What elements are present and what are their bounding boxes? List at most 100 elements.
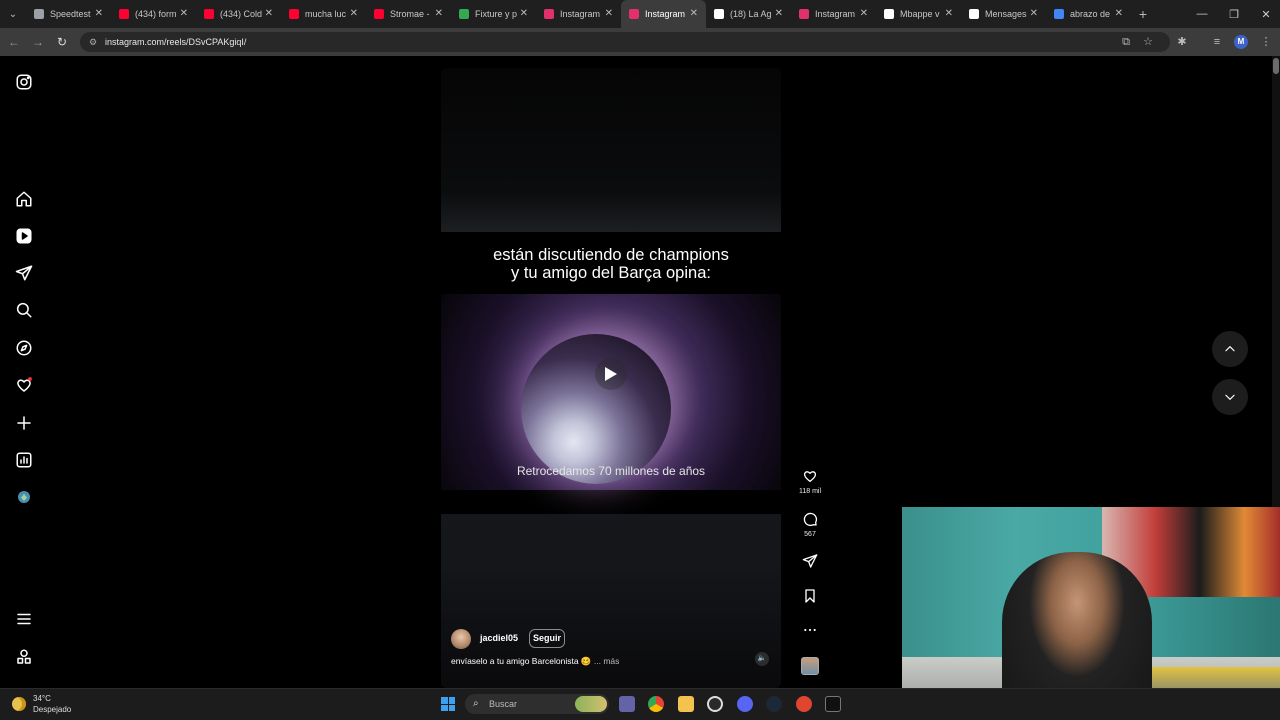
tab-close-icon[interactable]: ✕ xyxy=(520,8,528,19)
comment-icon[interactable] xyxy=(800,509,820,529)
like-icon[interactable] xyxy=(800,466,820,486)
tab-close-icon[interactable]: ✕ xyxy=(180,8,188,19)
author-avatar[interactable] xyxy=(451,629,471,649)
browser-tab[interactable]: Mensages ✕ xyxy=(961,0,1046,28)
tab-close-icon[interactable]: ✕ xyxy=(95,8,103,19)
chevron-up-icon xyxy=(1225,346,1235,352)
browser-tab[interactable]: Instagram ✕ xyxy=(791,0,876,28)
chrome-icon[interactable] xyxy=(648,696,664,712)
bookmark-star-icon[interactable]: ☆ xyxy=(1140,34,1156,50)
search-icon[interactable] xyxy=(14,300,34,320)
reels-icon[interactable] xyxy=(14,226,34,246)
extensions-icon[interactable]: ✱ xyxy=(1174,34,1190,50)
search-highlight-image xyxy=(575,696,607,712)
taskbar-search-placeholder: Buscar xyxy=(489,699,518,709)
close-window-button[interactable]: ✕ xyxy=(1250,0,1280,28)
profile-avatar[interactable]: M xyxy=(1234,35,1248,49)
tab-close-icon[interactable]: ✕ xyxy=(350,8,358,19)
url-text: instagram.com/reels/DSvCPAKgiqI/ xyxy=(105,37,247,47)
minimize-button[interactable]: — xyxy=(1186,0,1218,28)
new-tab-button[interactable]: + xyxy=(1131,6,1155,22)
browser-tab[interactable]: Speedtest ✕ xyxy=(26,0,111,28)
discord-icon[interactable] xyxy=(737,696,753,712)
tab-close-icon[interactable]: ✕ xyxy=(945,8,953,19)
browser-tab[interactable]: (18) La Ag ✕ xyxy=(706,0,791,28)
youtube-icon xyxy=(204,9,214,19)
mute-toggle-icon[interactable]: 🔈 xyxy=(755,652,769,666)
browser-tab[interactable]: Stromae - ✕ xyxy=(366,0,451,28)
browser-tab[interactable]: (434) form ✕ xyxy=(111,0,196,28)
more-options-icon[interactable] xyxy=(800,620,820,640)
browser-tab[interactable]: Mbappe v ✕ xyxy=(876,0,961,28)
youtube-icon xyxy=(374,9,384,19)
previous-reel-button[interactable] xyxy=(1212,331,1248,367)
chevron-down-icon xyxy=(1225,394,1235,400)
weather-description[interactable]: Despejado xyxy=(33,705,71,714)
profile-icon[interactable] xyxy=(14,487,34,507)
install-app-icon[interactable]: ⧉ xyxy=(1118,34,1134,50)
dashboard-icon[interactable] xyxy=(14,450,34,470)
tab-close-icon[interactable]: ✕ xyxy=(775,8,783,19)
restore-button[interactable]: ❐ xyxy=(1218,0,1250,28)
scrollbar-thumb[interactable] xyxy=(1273,58,1279,74)
browser-menu-icon[interactable]: ⋮ xyxy=(1258,34,1274,50)
tab-close-icon[interactable]: ✕ xyxy=(1115,8,1123,19)
tab-close-icon[interactable]: ✕ xyxy=(435,8,443,19)
steam-icon[interactable] xyxy=(766,696,782,712)
browser-tab[interactable]: abrazo de ✕ xyxy=(1046,0,1131,28)
toolbar: ← → ↻ ⚙ instagram.com/reels/DSvCPAKgiqI/… xyxy=(0,28,1280,56)
media-control-icon[interactable]: ≡ xyxy=(1209,34,1225,50)
site-info-icon[interactable]: ⚙ xyxy=(89,37,99,47)
description-text: envíaselo a tu amigo Barcelonista 🥴 xyxy=(451,656,592,666)
messages-icon[interactable] xyxy=(14,263,34,283)
tab-close-icon[interactable]: ✕ xyxy=(1030,8,1038,19)
obs-icon[interactable] xyxy=(707,696,723,712)
x-icon xyxy=(714,9,724,19)
tiktok-icon xyxy=(969,9,979,19)
browser-tab[interactable]: Instagram ✕ xyxy=(621,0,706,28)
tab-close-icon[interactable]: ✕ xyxy=(265,8,273,19)
youtube-icon xyxy=(289,9,299,19)
like-count: 118 mil xyxy=(798,488,822,495)
share-icon[interactable] xyxy=(800,551,820,571)
browser-tab[interactable]: Instagram ✕ xyxy=(536,0,621,28)
next-reel-button[interactable] xyxy=(1212,379,1248,415)
terminal-icon[interactable] xyxy=(825,696,841,712)
more-link[interactable]: ... más xyxy=(594,656,620,666)
weather-moon-icon[interactable] xyxy=(12,697,26,711)
follow-button[interactable]: Seguir xyxy=(529,629,565,648)
video-caption: están discutiendo de champions y tu amig… xyxy=(441,246,781,282)
audio-thumbnail[interactable] xyxy=(801,657,819,675)
tab-search-button[interactable]: ⌄ xyxy=(0,0,26,28)
explore-icon[interactable] xyxy=(14,338,34,358)
forward-button[interactable]: → xyxy=(30,34,46,50)
weather-temperature[interactable]: 34°C xyxy=(33,694,51,703)
more-menu-icon[interactable] xyxy=(14,609,34,629)
notifications-heart-icon[interactable] xyxy=(14,375,34,395)
taskbar-search[interactable]: ⌕ Buscar xyxy=(465,694,609,714)
browser-tab[interactable]: (434) Cold ✕ xyxy=(196,0,281,28)
instagram-icon xyxy=(544,9,554,19)
author-username[interactable]: jacdiel05 xyxy=(480,633,518,643)
tab-close-icon[interactable]: ✕ xyxy=(690,8,698,19)
meta-apps-icon[interactable] xyxy=(14,647,34,667)
start-button[interactable] xyxy=(441,697,455,711)
create-icon[interactable] xyxy=(14,413,34,433)
file-explorer-icon[interactable] xyxy=(678,696,694,712)
home-icon[interactable] xyxy=(14,189,34,209)
tab-close-icon[interactable]: ✕ xyxy=(860,8,868,19)
browser-tab[interactable]: mucha luc ✕ xyxy=(281,0,366,28)
play-button[interactable] xyxy=(595,358,627,390)
teams-icon[interactable] xyxy=(619,696,635,712)
instagram-logo-icon[interactable] xyxy=(14,72,34,92)
app-notification-icon[interactable] xyxy=(796,696,812,712)
save-bookmark-icon[interactable] xyxy=(800,586,820,606)
tab-close-icon[interactable]: ✕ xyxy=(605,8,613,19)
browser-tab[interactable]: Fixture y p ✕ xyxy=(451,0,536,28)
back-button[interactable]: ← xyxy=(6,34,22,50)
fixture-icon xyxy=(459,9,469,19)
comment-count: 567 xyxy=(804,531,816,538)
reel-video[interactable]: están discutiendo de champions y tu amig… xyxy=(441,68,781,688)
reload-button[interactable]: ↻ xyxy=(54,34,70,50)
address-bar[interactable]: ⚙ instagram.com/reels/DSvCPAKgiqI/ xyxy=(80,32,1170,52)
